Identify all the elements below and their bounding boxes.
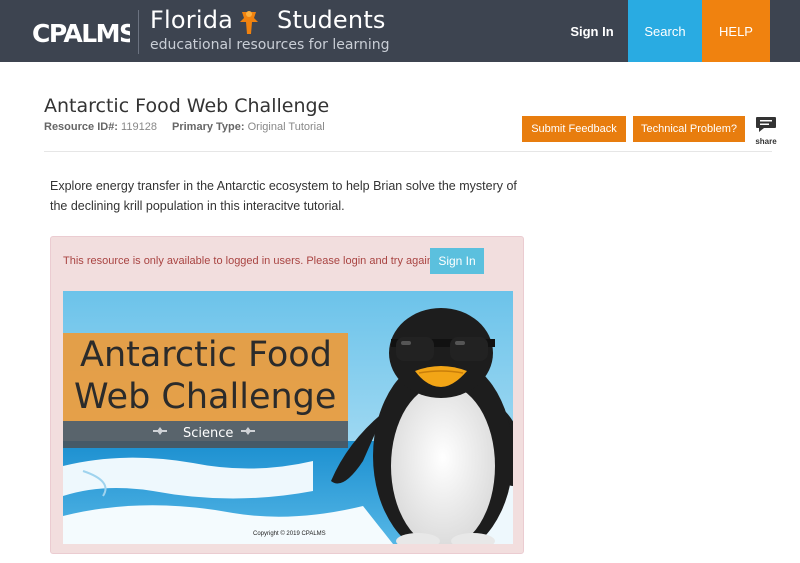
brand-title: Florida Students [150, 6, 386, 34]
thumbnail-title-line1: Antarctic Food [80, 335, 332, 375]
primary-type-value: Original Tutorial [247, 121, 325, 133]
share-label: share [755, 137, 777, 146]
primary-type-label: Primary Type: [172, 121, 245, 133]
brand-subtitle: educational resources for learning [150, 37, 390, 53]
alert-signin-button[interactable]: Sign In [430, 248, 484, 274]
resource-description: Explore energy transfer in the Antarctic… [50, 179, 517, 213]
nav-signin-link[interactable]: Sign In [556, 0, 628, 62]
top-nav-bar: CPALMS Florida Students educational resou… [0, 0, 800, 62]
resource-id-label: Resource ID#: [44, 121, 118, 133]
thumbnail-scene [63, 291, 513, 544]
cpalms-logo[interactable]: CPALMS [30, 13, 130, 49]
nav-help-button[interactable]: HELP [702, 0, 770, 62]
thumbnail-subject: Science [183, 426, 234, 441]
page-title: Antarctic Food Web Challenge [44, 95, 330, 117]
logo-text: CPALMS [32, 19, 130, 48]
technical-problem-button[interactable]: Technical Problem? [633, 116, 745, 142]
share-icon [756, 117, 776, 132]
share-button[interactable]: share [754, 116, 778, 146]
brand-divider [138, 10, 139, 54]
submit-feedback-button[interactable]: Submit Feedback [522, 116, 626, 142]
brand-title-students: Students [277, 6, 386, 34]
resource-id-value: 119128 [121, 121, 157, 133]
header-divider [44, 151, 772, 152]
resource-meta: Resource ID#: 119128 Primary Type: Origi… [44, 121, 325, 133]
brand-title-florida: Florida [150, 6, 234, 34]
thumbnail-copyright: Copyright © 2019 CPALMS [253, 531, 326, 537]
torch-icon [240, 11, 258, 34]
alert-message: This resource is only available to logge… [63, 255, 436, 267]
tutorial-thumbnail[interactable]: Antarctic Food Web Challenge Science Cop… [63, 291, 513, 544]
nav-search-button[interactable]: Search [628, 0, 702, 62]
login-required-alert: This resource is only available to logge… [50, 236, 524, 554]
thumbnail-title-line2: Web Challenge [74, 377, 337, 417]
